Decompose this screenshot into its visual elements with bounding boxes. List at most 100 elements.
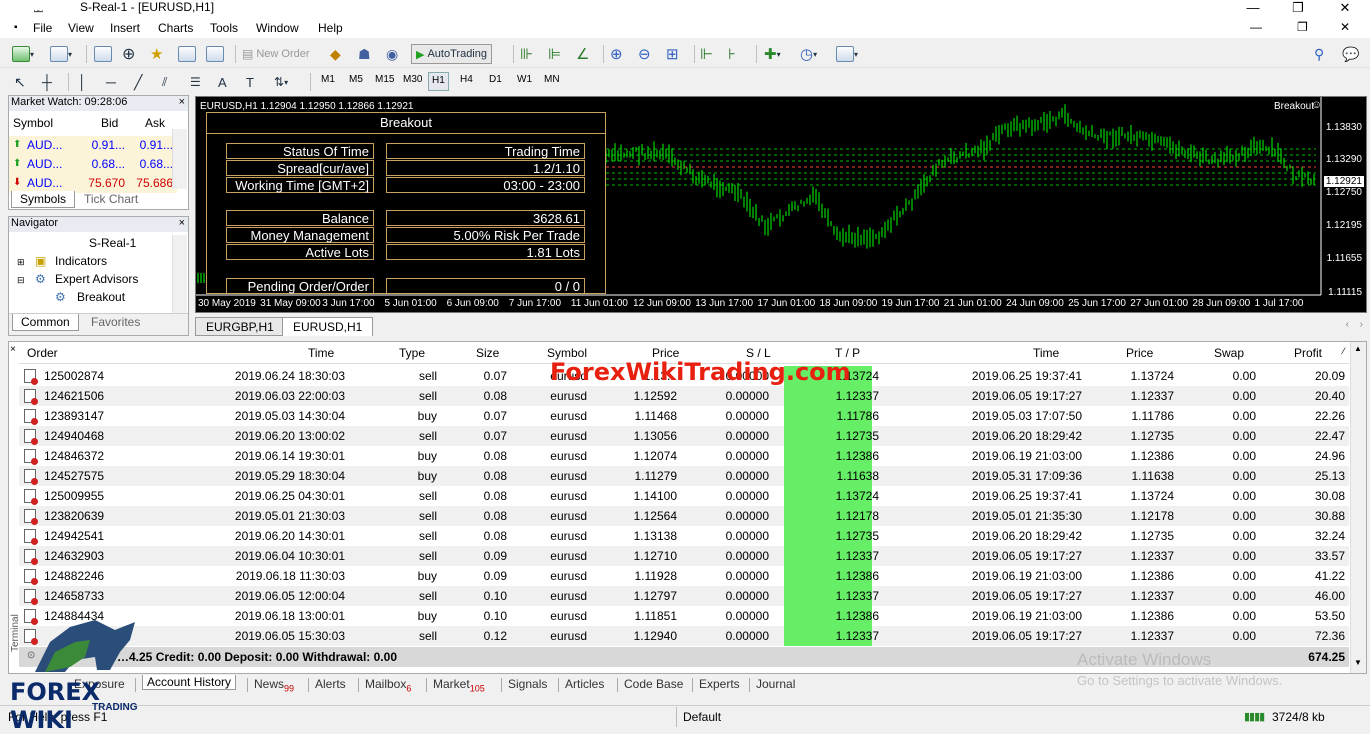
table-row[interactable]: 124632903 2019.06.04 10:30:01 sell 0.09 euru…: [19, 546, 1349, 566]
restore-icon[interactable]: ❐: [1288, 0, 1308, 16]
zoom-in-icon[interactable]: ⊕: [610, 44, 623, 64]
timeframe-h4[interactable]: H4: [457, 72, 476, 91]
autotrading-button[interactable]: ▶ AutoTrading: [411, 44, 492, 64]
child-close-icon[interactable]: ✕: [1340, 20, 1350, 34]
minimize-icon[interactable]: —: [1243, 0, 1263, 15]
table-row[interactable]: 124940468 2019.06.20 13:00:02 sell 0.07 euru…: [19, 426, 1349, 446]
menu-window[interactable]: Window: [256, 21, 299, 35]
timeframe-m5[interactable]: M5: [346, 72, 366, 91]
close-icon[interactable]: ×: [179, 217, 185, 229]
tab-alerts[interactable]: Alerts: [315, 677, 346, 691]
close-icon[interactable]: ×: [10, 344, 16, 355]
market-watch-row[interactable]: ⬆ AUD... 0.91... 0.91...: [9, 136, 177, 155]
scroll-up-icon[interactable]: ▲: [1354, 344, 1362, 353]
collapse-icon[interactable]: ⊟: [17, 275, 25, 286]
table-row[interactable]: 124621506 2019.06.03 22:00:03 sell 0.08 euru…: [19, 386, 1349, 406]
indicators-button[interactable]: ✚ ▾: [764, 44, 781, 64]
sort-icon[interactable]: ⁄: [1343, 346, 1345, 356]
tab-symbols[interactable]: Symbols: [11, 191, 76, 208]
scroll-down-icon[interactable]: ▼: [1354, 658, 1362, 667]
close-icon[interactable]: ×: [179, 96, 185, 108]
periods-button[interactable]: ◷ ▾: [800, 44, 817, 64]
community-button[interactable]: ☗: [358, 44, 371, 64]
text-icon[interactable]: A: [218, 72, 227, 92]
tab-tick-chart[interactable]: Tick Chart: [84, 192, 138, 206]
crosshair-icon[interactable]: ┼: [42, 72, 52, 92]
templates-button[interactable]: ▾: [836, 44, 858, 64]
column-bid[interactable]: Bid: [101, 116, 118, 130]
table-row[interactable]: 123820639 2019.05.01 21:30:03 sell 0.08 euru…: [19, 506, 1349, 526]
zoom-out-icon[interactable]: ⊖: [638, 44, 651, 64]
timeframe-w1[interactable]: W1: [514, 72, 535, 91]
menu-view[interactable]: View: [68, 21, 94, 35]
tab-news[interactable]: News99: [254, 677, 294, 693]
column-type[interactable]: Type: [399, 346, 425, 360]
column-swap[interactable]: Swap: [1214, 346, 1244, 360]
market-watch-button[interactable]: [94, 44, 112, 64]
data-window-icon[interactable]: ⊕: [122, 44, 135, 64]
scroll-right-icon[interactable]: ›: [1360, 319, 1363, 330]
column-ask[interactable]: Ask: [145, 116, 165, 130]
terminal-scrollbar[interactable]: ▲ ▼: [1350, 342, 1366, 673]
timeframe-m1[interactable]: M1: [318, 72, 338, 91]
chat-icon[interactable]: 💬: [1342, 44, 1359, 64]
vertical-line-icon[interactable]: │: [78, 72, 87, 92]
menu-file[interactable]: File: [33, 21, 52, 35]
cursor-icon[interactable]: ↖: [14, 72, 26, 92]
column-close-price[interactable]: Price: [1126, 346, 1153, 360]
horizontal-line-icon[interactable]: ─: [106, 72, 116, 92]
nav-expert-advisors[interactable]: Expert Advisors: [55, 272, 138, 286]
bar-chart-button[interactable]: ⊪: [520, 44, 533, 64]
column-order[interactable]: Order: [27, 346, 58, 360]
signals-button[interactable]: ◉: [386, 44, 398, 64]
table-row[interactable]: 124884434 2019.06.18 13:00:01 buy 0.10 eurus…: [19, 606, 1349, 626]
tab-favorites[interactable]: Favorites: [91, 315, 140, 329]
menu-help[interactable]: Help: [318, 21, 343, 35]
market-watch-scrollbar[interactable]: [172, 129, 187, 189]
timeframe-mn[interactable]: MN: [541, 72, 563, 91]
app-icon[interactable]: ˽˽: [34, 1, 43, 13]
scroll-left-icon[interactable]: ‹: [1346, 319, 1349, 330]
navigator-button[interactable]: ★: [150, 44, 163, 64]
table-row[interactable]: 124942541 2019.06.20 14:30:01 sell 0.08 euru…: [19, 526, 1349, 546]
tab-common[interactable]: Common: [12, 314, 79, 331]
tab-articles[interactable]: Articles: [565, 677, 604, 691]
table-row[interactable]: 124882246 2019.06.18 11:30:03 buy 0.09 eurus…: [19, 566, 1349, 586]
candlestick-button[interactable]: ⊫: [548, 44, 561, 64]
profiles-button[interactable]: ▾: [50, 44, 72, 64]
metaeditor-button[interactable]: ◆: [330, 44, 341, 64]
tab-experts[interactable]: Experts: [699, 677, 740, 691]
menu-insert[interactable]: Insert: [110, 21, 140, 35]
new-order-button[interactable]: ▤ New Order: [242, 44, 310, 64]
timeframe-d1[interactable]: D1: [486, 72, 505, 91]
column-close-time[interactable]: Time: [1033, 346, 1059, 360]
strategy-tester-button[interactable]: [206, 44, 224, 64]
column-profit[interactable]: Profit: [1294, 346, 1322, 360]
terminal-button[interactable]: [178, 44, 196, 64]
tab-mailbox[interactable]: Mailbox6: [365, 677, 411, 693]
tab-eurgbp-h1[interactable]: EURGBP,H1: [195, 317, 285, 336]
line-chart-button[interactable]: ∠: [576, 44, 589, 64]
menu-charts[interactable]: Charts: [158, 21, 193, 35]
trendline-icon[interactable]: ╱: [134, 72, 142, 92]
table-row[interactable]: 2019.06.05 15:30:03 sell 0.12 eurusd 1.12940…: [19, 626, 1349, 646]
table-row[interactable]: 125009955 2019.06.25 04:30:01 sell 0.08 euru…: [19, 486, 1349, 506]
text-label-icon[interactable]: T: [246, 72, 254, 92]
column-size[interactable]: Size: [476, 346, 499, 360]
tab-market[interactable]: Market105: [433, 677, 485, 693]
table-row[interactable]: 124658733 2019.06.05 12:00:04 sell 0.10 euru…: [19, 586, 1349, 606]
table-row[interactable]: 124527575 2019.05.29 18:30:04 buy 0.08 eurus…: [19, 466, 1349, 486]
nav-indicators[interactable]: Indicators: [55, 254, 107, 268]
table-row[interactable]: 124846372 2019.06.14 19:30:01 buy 0.08 eurus…: [19, 446, 1349, 466]
child-window-icon[interactable]: ▪: [14, 22, 18, 33]
new-chart-button[interactable]: ▾: [12, 44, 34, 64]
expand-icon[interactable]: ⊞: [17, 257, 25, 268]
child-minimize-icon[interactable]: —: [1250, 20, 1262, 34]
navigator-scrollbar[interactable]: [172, 235, 187, 315]
timeframe-m15[interactable]: M15: [372, 72, 397, 91]
nav-breakout[interactable]: Breakout: [77, 290, 125, 304]
tab-eurusd-h1[interactable]: EURUSD,H1: [282, 317, 374, 336]
timeframe-h1[interactable]: H1: [428, 72, 449, 91]
tab-signals[interactable]: Signals: [508, 677, 547, 691]
tab-journal[interactable]: Journal: [756, 677, 795, 691]
